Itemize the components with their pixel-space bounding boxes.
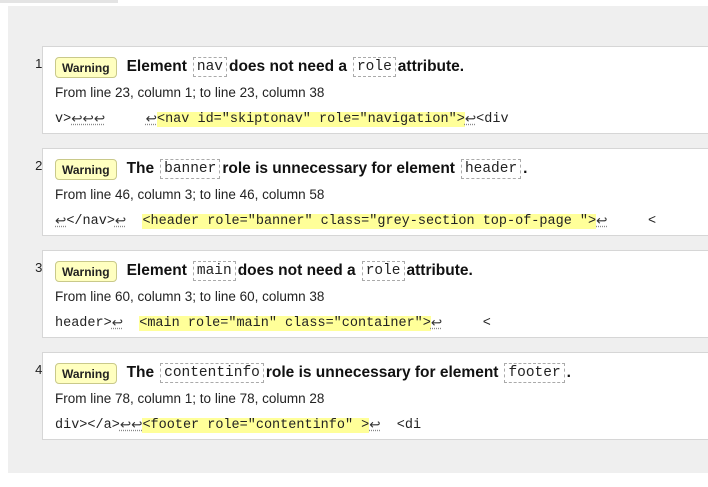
warning-badge: Warning	[55, 56, 117, 78]
extract-highlight: <footer role="contentinfo" >	[142, 417, 370, 433]
title-text: does not need a	[237, 262, 356, 279]
extract-before: </nav>	[66, 213, 115, 229]
title-code: banner	[160, 159, 221, 179]
message-number: 4.	[35, 362, 46, 377]
message-number: 1.	[35, 56, 46, 71]
message-item: Warning Element main does not need a rol…	[42, 250, 708, 338]
return-symbol-icon: ↩	[111, 316, 124, 332]
message-number: 2.	[35, 158, 46, 173]
extract-before: header>	[55, 315, 112, 331]
return-symbol-icon: ↩	[369, 418, 381, 434]
message-item: Warning The contentinfo role is unnecess…	[42, 352, 708, 440]
results-panel: 1. Warning Element nav does not need a r…	[8, 6, 708, 473]
message-title: Warning Element main does not need a rol…	[55, 258, 473, 284]
title-text: does not need a	[228, 58, 347, 75]
return-symbol-icon: ↩	[464, 112, 477, 128]
warning-badge: Warning	[55, 260, 117, 282]
code-extract: header> ↩ <main role="main" class="contai…	[55, 313, 491, 333]
extract-highlight: <header role="banner" class="grey-sectio…	[142, 213, 597, 229]
extract-gap	[123, 316, 139, 331]
extract-before: div></a>	[55, 417, 120, 433]
title-code: main	[192, 261, 236, 281]
title-text: attribute.	[406, 262, 473, 279]
code-extract: ↩ </nav> ↩ <header role="banner" class="gr…	[55, 211, 656, 231]
title-text: role is unnecessary for element	[265, 364, 499, 381]
message-title: Warning The contentinfo role is unnecess…	[55, 360, 571, 386]
extract-before: v>	[55, 111, 72, 127]
extract-after: <	[607, 213, 657, 229]
message-location: From line 60, column 3; to line 60, colu…	[55, 289, 325, 304]
message-location: From line 46, column 3; to line 46, colu…	[55, 187, 325, 202]
title-text: .	[566, 364, 571, 381]
message-title: Warning The banner role is unnecessary f…	[55, 156, 527, 182]
title-text: attribute.	[397, 58, 465, 75]
return-symbol-icon: ↩	[596, 214, 608, 230]
top-tab-strip	[0, 0, 118, 3]
message-number: 3.	[35, 260, 46, 275]
return-symbol-icon: ↩	[55, 214, 67, 230]
title-text: The	[126, 364, 155, 381]
return-symbol-icon: ↩	[145, 112, 157, 128]
extract-after: <div	[476, 111, 509, 127]
title-code: contentinfo	[160, 363, 264, 383]
extract-highlight: <main role="main" class="container">	[139, 315, 431, 331]
return-symbol-icon: ↩↩↩	[71, 112, 106, 128]
return-symbol-icon: ↩	[430, 316, 443, 332]
extract-after: <	[442, 315, 491, 331]
code-extract: v> ↩↩↩ ↩ <nav id="skiptonav" role="navigat…	[55, 109, 509, 129]
extract-after: <di	[380, 417, 422, 433]
message-location: From line 78, column 1; to line 78, colu…	[55, 391, 325, 406]
return-symbol-icon: ↩	[114, 214, 127, 230]
message-item: Warning The banner role is unnecessary f…	[42, 148, 708, 236]
title-code: footer	[504, 363, 565, 383]
title-code: role	[361, 261, 405, 281]
title-code: role	[352, 57, 396, 77]
message-item: Warning Element nav does not need a role…	[42, 46, 708, 134]
extract-gap	[126, 214, 142, 229]
title-text: .	[523, 160, 528, 177]
extract-gap	[105, 112, 146, 127]
title-text: Element	[126, 262, 187, 279]
title-text: The	[126, 160, 155, 177]
title-code: nav	[192, 57, 227, 77]
code-extract: div></a> ↩↩ <footer role="contentinfo" > ↩ …	[55, 415, 421, 435]
title-code: header	[460, 159, 522, 179]
warning-badge: Warning	[55, 362, 117, 384]
return-symbol-icon: ↩↩	[119, 418, 143, 434]
message-title: Warning Element nav does not need a role…	[55, 54, 464, 80]
message-location: From line 23, column 1; to line 23, colu…	[55, 85, 325, 100]
title-text: Element	[126, 58, 187, 75]
warning-badge: Warning	[55, 158, 117, 180]
title-text: role is unnecessary for element	[222, 160, 455, 177]
extract-highlight: <nav id="skiptonav" role="navigation">	[156, 111, 465, 127]
